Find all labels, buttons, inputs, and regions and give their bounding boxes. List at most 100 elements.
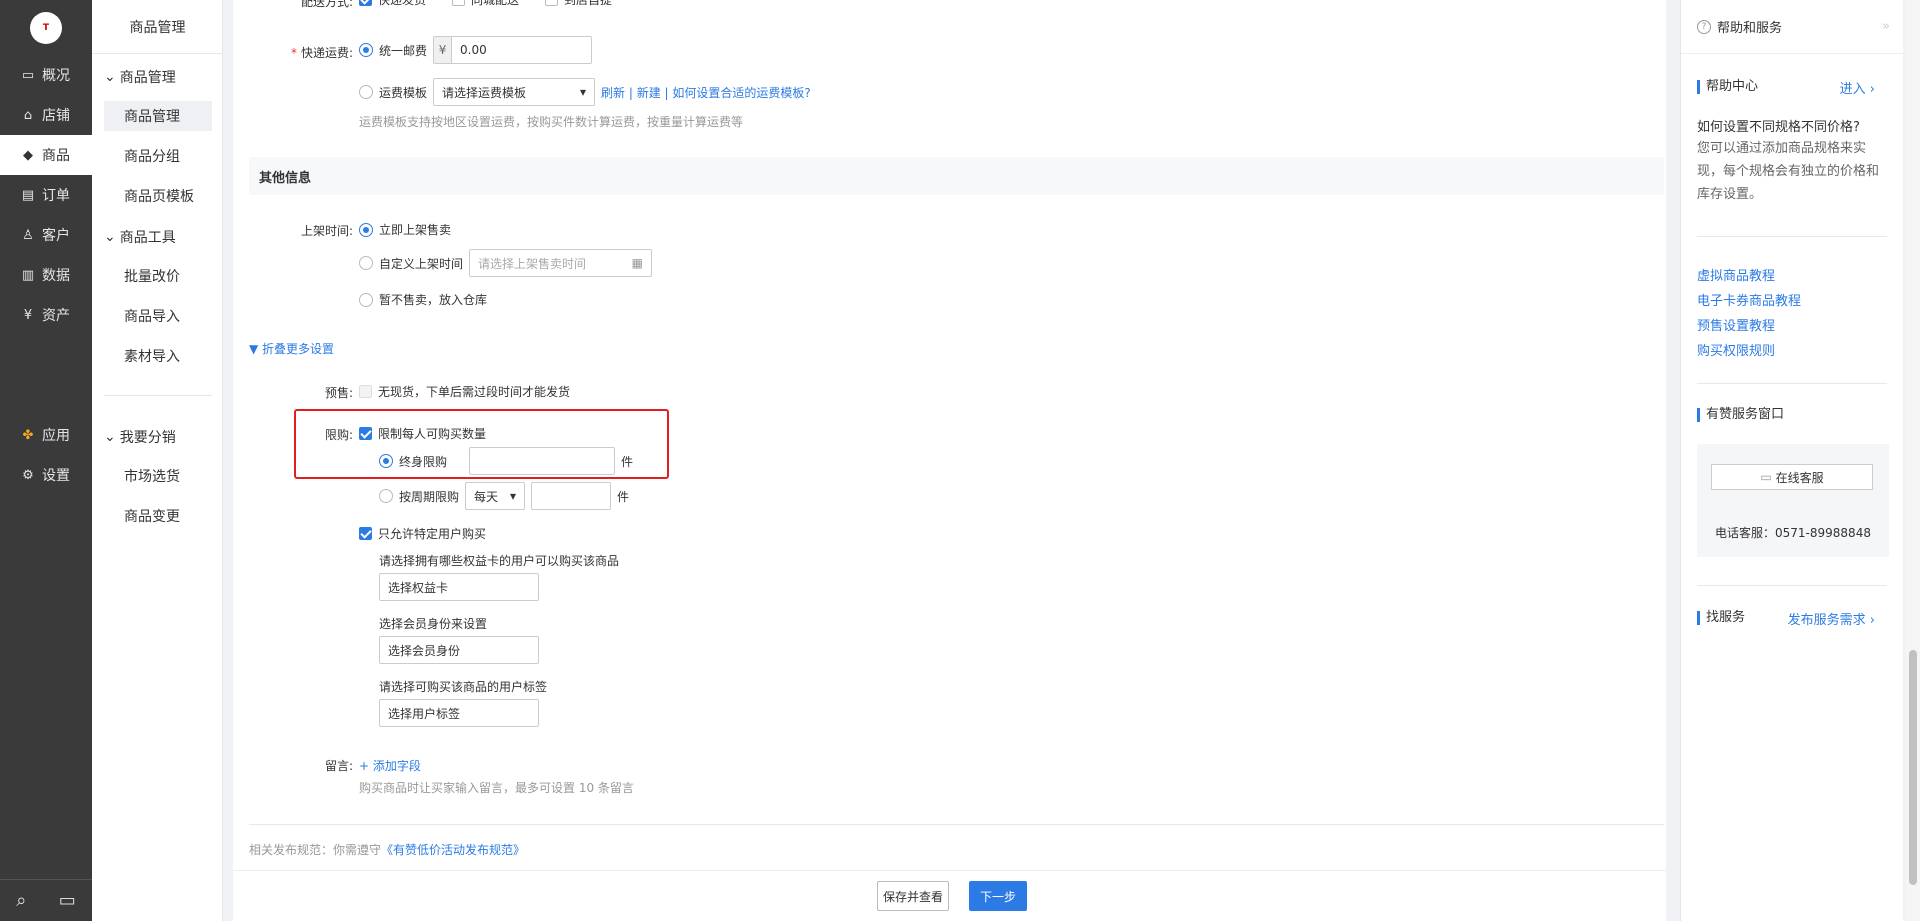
calendar-icon: ▦ [631, 256, 644, 270]
listing-storage-label: 暂不售卖，放入仓库 [379, 293, 488, 307]
sidebar-divider [104, 395, 212, 396]
nav-apps[interactable]: ✤ 应用 [0, 415, 92, 455]
radio-listing-now[interactable] [359, 222, 373, 237]
select-card-button[interactable]: 选择权益卡 [379, 573, 539, 601]
sidebar-item-goods-change[interactable]: 商品变更 [104, 501, 212, 531]
find-service-title: 找服务 [1697, 611, 1745, 625]
checkbox-limit[interactable] [359, 427, 372, 440]
help-question[interactable]: 如何设置不同规格不同价格? [1697, 116, 1887, 135]
publish-need-link[interactable]: 发布服务需求 › [1788, 609, 1875, 628]
user-icon: ♙ [22, 227, 34, 243]
radio-unified-fee[interactable] [359, 43, 373, 57]
listing-custom-row: 自定义上架时间 请选择上架售卖时间 ▦ [359, 249, 653, 277]
logo[interactable]: T [30, 12, 62, 44]
select-tag-button[interactable]: 选择用户标签 [379, 699, 539, 727]
main-content: 配送方式: 快递发货 同城配送 到店自提 * 快递运费: 统一邮费 ¥ 0.00 … [233, 0, 1666, 921]
period-limit-row: 按周期限购 每天 ▾ 件 [379, 482, 629, 510]
template-hint: 运费模板支持按地区设置运费，按购买件数计算运费，按重量计算运费等 [359, 115, 744, 129]
group-goods-tools[interactable]: ⌄ 商品工具 [104, 227, 176, 247]
primary-sidebar: T ▭ 概况 ⌂ 店铺 ◆ 商品 ▤ 订单 ♙ 客户 ▥ 数据 ¥ 资产 ✤ 应… [0, 0, 92, 921]
add-field-link[interactable]: + 添加字段 [359, 757, 421, 774]
lifetime-limit-row: 终身限购 件 [379, 447, 633, 475]
nav-data-label: 数据 [42, 268, 70, 284]
template-label: 运费模板 [379, 85, 428, 100]
delivery-label: 配送方式: [300, 0, 353, 9]
collapse-more-settings[interactable]: ▼ 折叠更多设置 [249, 340, 334, 357]
checkbox-specific-users[interactable] [359, 527, 372, 540]
listing-now-label: 立即上架售卖 [379, 223, 452, 237]
sidebar-item-goods-template[interactable]: 商品页模板 [104, 181, 212, 211]
group-goods-manage[interactable]: ⌄ 商品管理 [104, 67, 176, 87]
group-distribution[interactable]: ⌄ 我要分销 [104, 427, 176, 447]
section-other-info: 其他信息 [249, 157, 1664, 195]
sidebar-item-market-select[interactable]: 市场选货 [104, 461, 212, 491]
checkbox-express[interactable] [359, 0, 372, 6]
template-select[interactable]: 请选择运费模板 ▾ [433, 78, 596, 106]
online-service-button[interactable]: ▭ 在线客服 [1711, 464, 1873, 490]
service-phone: 电话客服：0571-89988848 [1715, 526, 1871, 540]
message-label: 留言: [324, 759, 353, 773]
radio-listing-storage[interactable] [359, 292, 373, 307]
checkbox-presale[interactable] [359, 385, 372, 398]
unified-fee-input[interactable]: ¥ 0.00 [433, 36, 593, 64]
nav-settings[interactable]: ⚙ 设置 [0, 455, 92, 495]
group-goods-manage-label: 商品管理 [119, 70, 176, 86]
help-link-permission[interactable]: 购买权限规则 [1697, 340, 1775, 359]
checkbox-local[interactable] [452, 0, 466, 6]
page-scrollbar[interactable] [1906, 0, 1920, 921]
period-select[interactable]: 每天 ▾ [465, 482, 526, 510]
help-link-presale[interactable]: 预售设置教程 [1697, 315, 1775, 334]
service-window-title: 有赞服务窗口 [1697, 408, 1784, 422]
unified-fee-label: 统一邮费 [379, 43, 428, 58]
nav-store[interactable]: ⌂ 店铺 [0, 95, 92, 135]
radio-listing-custom[interactable] [359, 256, 373, 270]
nav-settings-label: 设置 [42, 468, 70, 484]
select-member-button[interactable]: 选择会员身份 [379, 636, 539, 664]
nav-goods[interactable]: ◆ 商品 [0, 135, 92, 175]
sidebar-item-goods-group[interactable]: 商品分组 [104, 141, 212, 171]
help-center-enter[interactable]: 进入 › [1840, 78, 1875, 97]
scroll-thumb[interactable] [1909, 650, 1917, 885]
sidebar-item-goods-manage[interactable]: 商品管理 [104, 101, 212, 131]
nav-data[interactable]: ▥ 数据 [0, 255, 92, 295]
caret-down-icon: ▾ [509, 489, 517, 503]
listing-custom-label: 自定义上架时间 [379, 256, 464, 271]
nav-overview[interactable]: ▭ 概况 [0, 55, 92, 95]
online-service-label: 在线客服 [1775, 470, 1824, 485]
lifetime-quantity-input[interactable] [469, 447, 616, 475]
help-panel: ? 帮助和服务 » 帮助中心 进入 › 如何设置不同规格不同价格? 您可以通过添… [1680, 0, 1904, 921]
radio-template[interactable] [359, 85, 373, 99]
checkbox-pickup[interactable] [545, 0, 559, 6]
presale-label: 预售: [324, 386, 353, 400]
nav-orders[interactable]: ▤ 订单 [0, 175, 92, 215]
help-divider [1697, 585, 1887, 586]
nav-assets[interactable]: ¥ 资产 [0, 295, 92, 335]
radio-period[interactable] [379, 489, 393, 503]
listing-time-input[interactable]: 请选择上架售卖时间 ▦ [469, 249, 653, 277]
sidebar-item-batch-price[interactable]: 批量改价 [104, 261, 212, 291]
rules-prefix: 相关发布规范：你需遵守 [249, 843, 382, 857]
chat-icon[interactable]: ▭ [59, 890, 76, 911]
template-links[interactable]: 刷新 | 新建 | 如何设置合适的运费模板? [601, 84, 811, 101]
collapse-icon[interactable]: » [1882, 19, 1890, 34]
lifetime-label: 终身限购 [399, 454, 448, 469]
template-select-value: 请选择运费模板 [442, 85, 527, 100]
save-view-button[interactable]: 保存并查看 [877, 881, 949, 911]
presale-row: 无现货，下单后需过段时间才能发货 [359, 383, 570, 400]
help-link-ecard[interactable]: 电子卡券商品教程 [1697, 290, 1801, 309]
nav-customers[interactable]: ♙ 客户 [0, 215, 92, 255]
nav-customers-label: 客户 [42, 228, 70, 244]
rules-text: 相关发布规范：你需遵守《有赞低价活动发布规范》 [249, 841, 525, 858]
sidebar-item-material-import[interactable]: 素材导入 [104, 341, 212, 371]
nav-overview-label: 概况 [42, 68, 70, 84]
rules-link[interactable]: 《有赞低价活动发布规范》 [381, 843, 525, 857]
limit-text: 限制每人可购买数量 [378, 427, 487, 441]
next-step-button[interactable]: 下一步 [969, 881, 1027, 911]
search-icon[interactable]: ⌕ [16, 890, 26, 911]
sidebar-item-goods-import[interactable]: 商品导入 [104, 301, 212, 331]
period-quantity-input[interactable] [531, 482, 612, 510]
shipping-label-text: 快递运费: [300, 46, 353, 60]
radio-lifetime[interactable] [379, 454, 393, 468]
help-link-virtual[interactable]: 虚拟商品教程 [1697, 265, 1775, 284]
chat-icon: ▭ [1760, 470, 1772, 484]
